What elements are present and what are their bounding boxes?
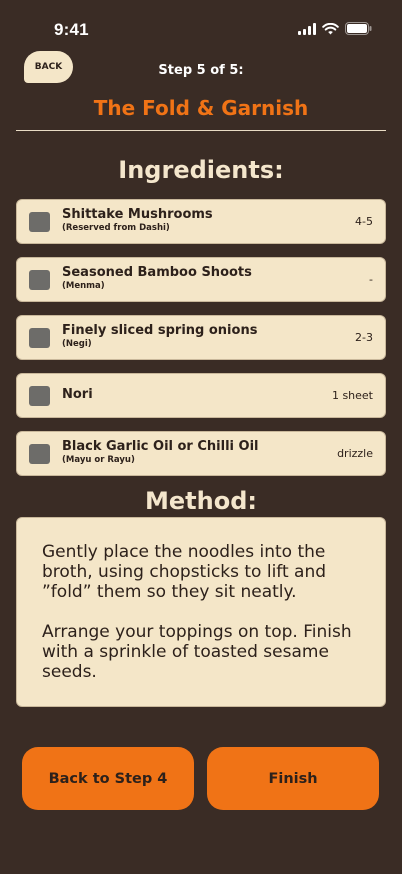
ingredient-note: (Negi) [62, 339, 92, 349]
ingredient-note: (Reserved from Dashi) [62, 223, 170, 233]
status-icons [298, 22, 372, 35]
title-divider [16, 130, 386, 131]
ingredient-name: Shittake Mushrooms [62, 207, 213, 222]
ingredient-row[interactable]: Black Garlic Oil or Chilli Oil (Mayu or … [16, 431, 386, 476]
ingredient-row[interactable]: Nori 1 sheet [16, 373, 386, 418]
ingredient-checkbox[interactable] [29, 270, 50, 290]
back-to-step-button[interactable]: Back to Step 4 [22, 747, 194, 810]
ingredient-quantity: drizzle [337, 447, 373, 460]
ingredient-quantity: - [369, 273, 373, 286]
ingredient-note: (Menma) [62, 281, 105, 291]
status-time: 9:41 [54, 20, 89, 39]
wifi-icon [322, 22, 339, 34]
ingredient-row[interactable]: Seasoned Bamboo Shoots (Menma) - [16, 257, 386, 302]
ingredient-checkbox[interactable] [29, 386, 50, 406]
ingredient-checkbox[interactable] [29, 212, 50, 232]
method-heading: Method: [145, 487, 257, 515]
ingredient-quantity: 2-3 [355, 331, 373, 344]
method-step-text: Arrange your toppings on top. Finish wit… [42, 622, 352, 682]
step-indicator: Step 5 of 5: [158, 63, 244, 78]
ingredient-quantity: 1 sheet [331, 389, 373, 402]
method-step-text: Gently place the noodles into the broth,… [42, 542, 327, 602]
finish-button[interactable]: Finish [207, 747, 379, 810]
ingredient-quantity: 4-5 [355, 215, 373, 228]
battery-icon [345, 22, 372, 35]
ingredient-note: (Mayu or Rayu) [62, 455, 135, 465]
ingredients-heading: Ingredients: [118, 156, 284, 184]
page-title: The Fold & Garnish [93, 96, 309, 120]
ingredient-row[interactable]: Shittake Mushrooms (Reserved from Dashi)… [16, 199, 386, 244]
ingredient-name: Nori [62, 387, 93, 402]
ingredient-checkbox[interactable] [29, 444, 50, 464]
ingredient-name: Seasoned Bamboo Shoots [62, 265, 252, 280]
cellular-signal-icon [298, 22, 316, 35]
ingredient-name: Finely sliced spring onions [62, 323, 258, 338]
ingredient-name: Black Garlic Oil or Chilli Oil [62, 439, 259, 454]
ingredient-row[interactable]: Finely sliced spring onions (Negi) 2-3 [16, 315, 386, 360]
status-bar: 9:41 [0, 0, 402, 54]
method-card: Gently place the noodles into the broth,… [16, 517, 386, 707]
ingredient-checkbox[interactable] [29, 328, 50, 348]
